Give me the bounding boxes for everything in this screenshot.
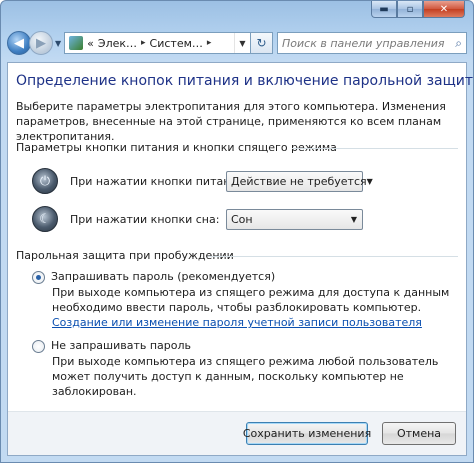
password-required-option[interactable]: Запрашивать пароль (рекомендуется) [32,270,275,284]
search-input[interactable]: Поиск в панели управления ⌕ [277,32,467,54]
recent-pages-dropdown[interactable]: ▼ [55,39,61,48]
password-not-required-radio[interactable] [32,340,45,353]
back-button[interactable]: ◀ [7,31,31,55]
address-bar[interactable]: « Элек… ▸ Систем… ▸ ▼ [64,32,251,54]
back-arrow-icon: ◀ [14,35,24,51]
password-not-required-label[interactable]: Не запрашивать пароль [51,339,191,352]
close-button[interactable]: ✕ [423,1,465,18]
power-button-action-select[interactable]: Действие не требуется ▼ [226,170,373,192]
minimize-button[interactable]: ▬ [371,1,397,18]
forward-arrow-icon: ▶ [36,35,46,51]
navigation-bar: ◀ ▶ ▼ « Элек… ▸ Систем… ▸ ▼ ↻ Поиск в па… [7,29,467,57]
chevron-down-icon: ▼ [366,176,373,186]
breadcrumb-separator-icon[interactable]: ▸ [207,38,212,48]
power-button-row: ⏻ При нажатии кнопки питания: Действие н… [32,168,373,194]
power-button-action-value: Действие не требуется [231,174,367,188]
password-required-label[interactable]: Запрашивать пароль (рекомендуется) [51,270,275,283]
refresh-button[interactable]: ↻ [251,32,273,54]
breadcrumb-overflow[interactable]: « [87,37,94,50]
breadcrumb-item-system[interactable]: Систем… [150,37,203,50]
control-panel-window: ▬ ▫ ✕ ◀ ▶ ▼ « Элек… ▸ Систем… ▸ ▼ ↻ Поис… [0,0,474,463]
chevron-down-icon: ▼ [350,214,358,224]
maximize-button[interactable]: ▫ [397,1,423,18]
power-icon: ⏻ [32,168,58,194]
change-password-link[interactable]: Создание или изменение пароля учетной за… [52,316,422,329]
sleep-button-action-value: Сон [231,212,253,226]
password-required-description: При выходе компьютера из спящего режима … [52,285,452,330]
group-divider [292,148,458,149]
password-required-text: При выходе компьютера из спящего режима … [52,286,450,314]
caption-buttons: ▬ ▫ ✕ [371,1,465,18]
address-dropdown-icon[interactable]: ▼ [234,33,250,53]
power-buttons-group-title: Параметры кнопки питания и кнопки спящег… [16,141,337,154]
sleep-button-label: При нажатии кнопки сна: [70,212,220,226]
search-placeholder: Поиск в панели управления [282,36,445,50]
refresh-icon: ↻ [256,36,267,50]
breadcrumb-item-electro[interactable]: Элек… [98,37,137,50]
breadcrumb-separator-icon[interactable]: ▸ [141,38,146,48]
group-divider [208,256,458,257]
page-intro: Выберите параметры электропитания для эт… [16,100,446,143]
password-not-required-description: При выходе компьютера из спящего режима … [52,355,439,398]
password-group-title: Парольная защита при пробуждении [16,249,234,262]
sleep-button-action-select[interactable]: Сон ▼ [226,208,363,230]
save-changes-button[interactable]: Сохранить изменения [243,422,371,445]
content-pane: Определение кнопок питания и включение п… [7,62,473,456]
dialog-footer: Сохранить изменения Отмена [8,411,466,455]
power-button-label: При нажатии кнопки питания: [70,174,248,188]
password-required-radio[interactable] [32,271,45,284]
cancel-button[interactable]: Отмена [382,422,456,445]
forward-button[interactable]: ▶ [29,31,53,55]
sleep-icon: ☾ [32,206,58,232]
password-not-required-option[interactable]: Не запрашивать пароль [32,339,191,353]
sleep-button-row: ☾ При нажатии кнопки сна: Сон ▼ [32,206,363,232]
search-icon[interactable]: ⌕ [455,36,462,51]
control-panel-icon [69,36,84,50]
page-title: Определение кнопок питания и включение п… [16,73,474,89]
